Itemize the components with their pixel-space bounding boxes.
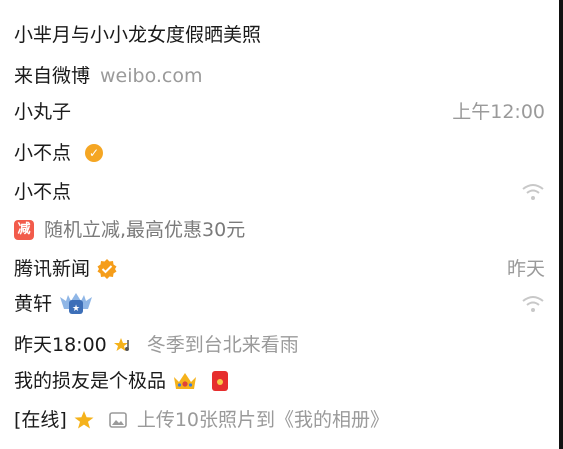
verified-badge-icon: ✓ (85, 144, 104, 162)
source-domain[interactable]: weibo.com (100, 63, 202, 89)
message-time: 上午12:00 (452, 101, 545, 123)
discount-badge-icon: 减 (14, 220, 34, 240)
post-title: 小芈月与小小龙女度假晒美照 (14, 24, 262, 46)
wifi-icon (521, 183, 545, 201)
status-text: 冬季到台北来看雨 (146, 334, 299, 356)
promo-text: 随机立减,最高优惠30元 (44, 219, 246, 241)
post-title-row[interactable]: 小芈月与小小龙女度假晒美照 (14, 22, 545, 48)
wifi-icon (521, 295, 545, 313)
message-text: 我的损友是个极品 (14, 370, 167, 392)
source-prefix: 来自微博 (14, 65, 91, 87)
message-row[interactable]: 我的损友是个极品 (14, 368, 545, 394)
upload-text: 上传10张照片到《我的相册》 (136, 409, 390, 431)
contact-row[interactable]: 黄轩 ★ (14, 291, 545, 317)
contact-row[interactable]: 腾讯新闻 昨天 (14, 256, 545, 282)
contact-row[interactable]: 小丸子 上午12:00 (14, 99, 545, 125)
post-source-row: 来自微博 weibo.com (14, 63, 545, 89)
promo-row[interactable]: 减 随机立减,最高优惠30元 (14, 217, 545, 243)
message-time: 昨天 (506, 258, 545, 280)
status-time: 昨天18:00 (14, 334, 107, 356)
red-packet-icon (212, 371, 229, 391)
right-edge-border (559, 0, 563, 449)
contact-name: 小不点 (14, 181, 72, 203)
contact-name: 腾讯新闻 (14, 258, 91, 280)
contact-name: 小丸子 (14, 101, 72, 123)
online-status: [在线] (14, 409, 67, 431)
league-badge-icon: ★ (58, 291, 94, 317)
verified-badge-icon (96, 258, 118, 280)
status-row[interactable]: 昨天18:00 冬季到台北来看雨 (14, 332, 545, 358)
contact-name: 小不点 (14, 142, 72, 164)
star-icon (73, 410, 95, 430)
contact-row[interactable]: 小不点 ✓ (14, 140, 545, 166)
contact-row[interactable]: 小不点 (14, 179, 545, 205)
image-icon (109, 412, 127, 428)
online-row[interactable]: [在线] 上传10张照片到《我的相册》 (14, 407, 545, 433)
crown-icon (172, 370, 198, 392)
svg-text:★: ★ (72, 304, 80, 314)
contact-name: 黄轩 (14, 293, 53, 315)
music-star-icon (113, 336, 133, 354)
